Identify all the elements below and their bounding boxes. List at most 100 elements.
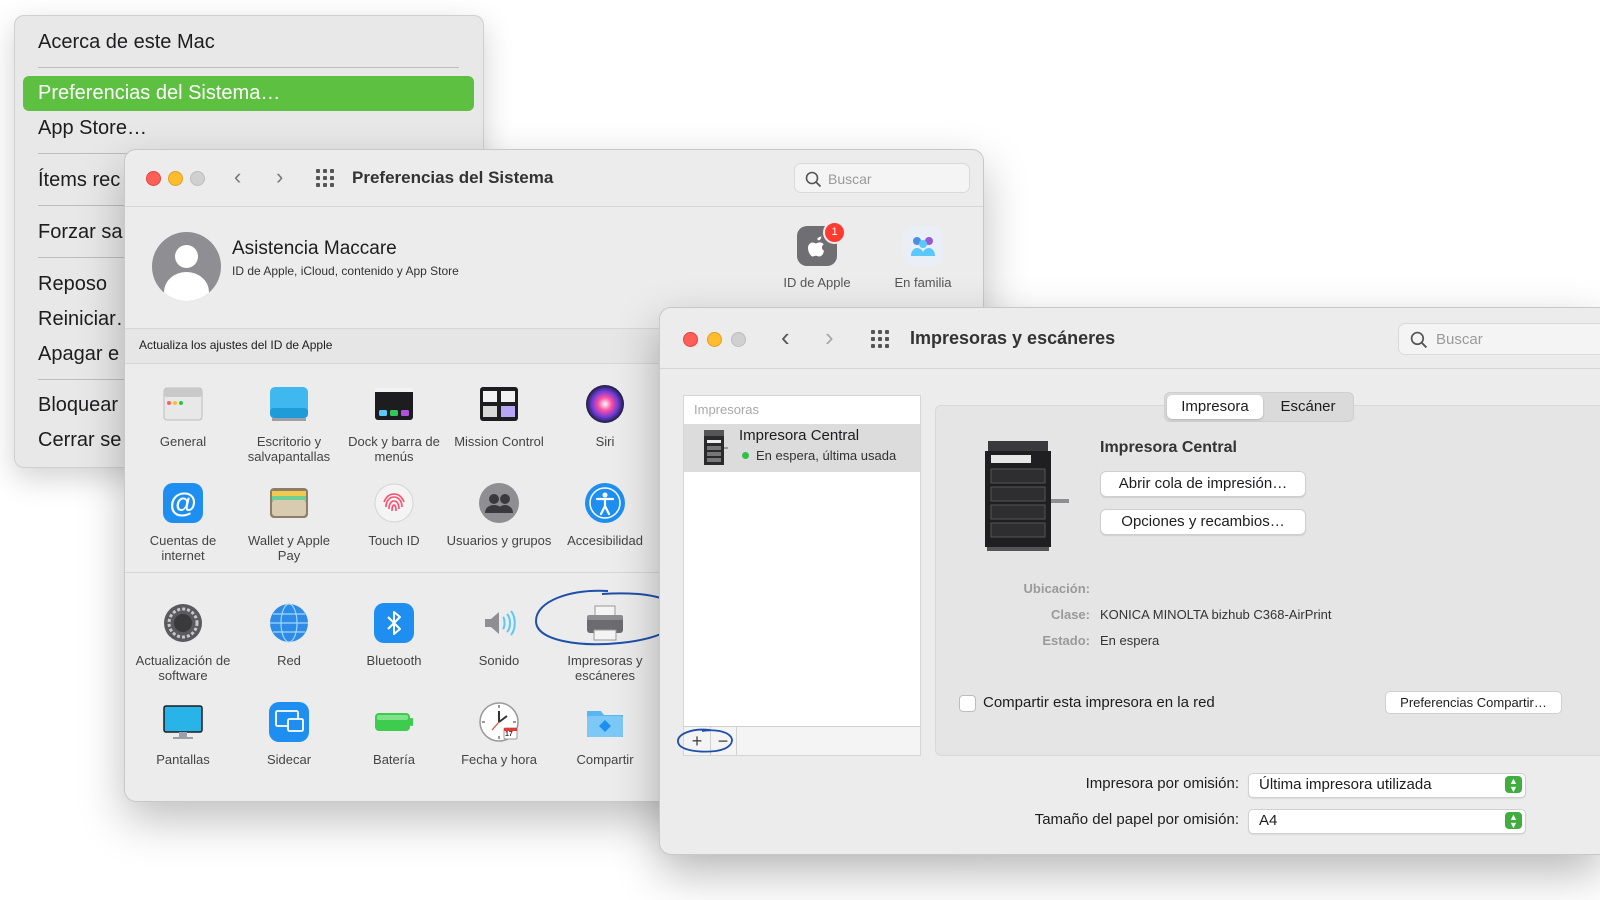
- tab-printer[interactable]: Impresora: [1167, 395, 1263, 419]
- options-supplies-button[interactable]: Opciones y recambios…: [1100, 509, 1306, 535]
- copier-image: [985, 441, 1069, 551]
- open-print-queue-button[interactable]: Abrir cola de impresión…: [1100, 471, 1306, 497]
- pref-label: Dock y barra de menús: [348, 434, 440, 464]
- update-banner-text: Actualiza los ajustes del ID de Apple: [139, 338, 333, 352]
- tab-scanner[interactable]: Escáner: [1267, 395, 1349, 419]
- pref-label: Batería: [373, 752, 415, 767]
- menu-item-app-store[interactable]: App Store…: [38, 117, 147, 140]
- show-all-grid-icon[interactable]: [316, 169, 336, 189]
- close-window-button[interactable]: [146, 171, 161, 186]
- status-dot: [742, 452, 749, 459]
- back-arrow-icon[interactable]: ‹: [234, 166, 241, 188]
- pref-desktop-screensaver[interactable]: Escritorio y salvapantallas: [236, 384, 342, 464]
- forward-arrow-icon[interactable]: ›: [825, 324, 834, 350]
- avatar[interactable]: [152, 232, 221, 301]
- menu-item-log-out[interactable]: Cerrar se: [38, 429, 121, 452]
- touch-id-icon: [374, 483, 414, 523]
- default-printer-label: Impresora por omisión:: [1085, 775, 1239, 792]
- printer-name: Impresora Central: [739, 427, 860, 444]
- pref-sound[interactable]: Sonido: [446, 603, 552, 668]
- minimize-window-button[interactable]: [168, 171, 183, 186]
- zoom-window-button[interactable]: [731, 332, 746, 347]
- default-printer-select[interactable]: Última impresora utilizada ▲ ▼: [1248, 773, 1526, 798]
- printers-scanners-window: ‹ › Impresoras y escáneres Buscar Impres…: [659, 307, 1600, 855]
- pref-siri[interactable]: Siri: [552, 384, 658, 449]
- pref-printers-scanners[interactable]: Impresoras y escáneres: [552, 603, 658, 683]
- search-input[interactable]: Buscar: [794, 163, 970, 193]
- printer-list-item[interactable]: Impresora Central En espera, última usad…: [684, 424, 920, 472]
- pref-label: Sidecar: [266, 752, 312, 767]
- minimize-window-button[interactable]: [707, 332, 722, 347]
- sharing-preferences-button[interactable]: Preferencias Compartir…: [1385, 691, 1562, 714]
- back-arrow-icon[interactable]: ‹: [781, 324, 790, 350]
- family-label[interactable]: En familia: [873, 275, 973, 290]
- pref-label: Red: [277, 653, 301, 668]
- pref-general[interactable]: General: [130, 384, 236, 449]
- pref-displays[interactable]: Pantallas: [130, 702, 236, 767]
- apple-id-icon[interactable]: 1: [797, 221, 846, 266]
- default-printer-value: Última impresora utilizada: [1259, 776, 1432, 793]
- add-printer-button[interactable]: +: [684, 727, 711, 755]
- printer-scanner-tabs: Impresora Escáner: [1164, 392, 1354, 422]
- bluetooth-icon: [374, 603, 414, 643]
- pref-internet-accounts[interactable]: @ Cuentas de internet: [130, 483, 236, 563]
- default-paper-select[interactable]: A4 ▲ ▼: [1248, 809, 1526, 834]
- menu-item-lock-screen[interactable]: Bloquear: [38, 394, 118, 417]
- pref-accessibility[interactable]: Accesibilidad: [552, 483, 658, 548]
- pref-battery[interactable]: Batería: [341, 702, 447, 767]
- displays-icon: [163, 702, 203, 742]
- users-icon: [479, 483, 519, 523]
- menu-item-system-preferences[interactable]: Preferencias del Sistema…: [23, 76, 474, 111]
- pref-label: Touch ID: [368, 533, 420, 548]
- pref-label: Pantallas: [156, 752, 210, 767]
- menu-item-force-quit[interactable]: Forzar sa: [38, 221, 122, 244]
- pref-sharing[interactable]: Compartir: [552, 702, 658, 767]
- menu-item-sleep[interactable]: Reposo: [38, 273, 107, 296]
- pref-wallet[interactable]: Wallet y Apple Pay: [236, 483, 342, 563]
- pref-label: Cuentas de internet: [149, 533, 217, 563]
- accessibility-icon: [585, 483, 625, 523]
- remove-printer-button[interactable]: −: [710, 727, 737, 755]
- pref-label: Accesibilidad: [567, 533, 643, 548]
- copier-icon: [704, 430, 728, 465]
- user-subtitle: ID de Apple, iCloud, contenido y App Sto…: [232, 264, 459, 278]
- wallet-icon: [269, 483, 309, 523]
- pref-dock-menubar[interactable]: Dock y barra de menús: [341, 384, 447, 464]
- pref-touch-id[interactable]: Touch ID: [341, 483, 447, 548]
- state-value: En espera: [1100, 633, 1160, 648]
- pref-network[interactable]: Red: [236, 603, 342, 668]
- menu-item-recent-items[interactable]: Ítems rec: [38, 169, 120, 192]
- menu-item-shut-down[interactable]: Apagar e: [38, 343, 119, 366]
- search-icon: [805, 171, 822, 188]
- pref-mission-control[interactable]: Mission Control: [446, 384, 552, 449]
- pref-label: Usuarios y grupos: [446, 533, 552, 548]
- menu-item-restart[interactable]: Reiniciar…: [38, 308, 136, 331]
- menu-item-about-mac[interactable]: Acerca de este Mac: [38, 31, 215, 54]
- pref-software-update[interactable]: Actualización de software: [130, 603, 236, 683]
- sidecar-icon: [269, 702, 309, 742]
- clock-icon: 17: [479, 702, 519, 742]
- pref-label: Compartir: [576, 752, 634, 767]
- window-title: Preferencias del Sistema: [352, 168, 554, 187]
- pref-users-groups[interactable]: Usuarios y grupos: [446, 483, 552, 548]
- dock-icon: [374, 384, 414, 424]
- pref-label: Wallet y Apple Pay: [248, 533, 330, 563]
- pref-label: Mission Control: [454, 434, 544, 449]
- pref-label: Fecha y hora: [461, 752, 537, 767]
- apple-id-label[interactable]: ID de Apple: [767, 275, 867, 290]
- pref-label: Actualización de software: [135, 653, 231, 683]
- printer-list: Impresoras Impresora Central En espera, …: [683, 395, 921, 756]
- pref-label: Impresoras y escáneres: [567, 653, 643, 683]
- forward-arrow-icon[interactable]: ›: [276, 166, 283, 188]
- pref-bluetooth[interactable]: Bluetooth: [341, 603, 447, 668]
- close-window-button[interactable]: [683, 332, 698, 347]
- search-input[interactable]: Buscar: [1398, 323, 1600, 355]
- share-printer-checkbox[interactable]: [959, 695, 976, 712]
- pref-sidecar[interactable]: Sidecar: [236, 702, 342, 767]
- zoom-window-button[interactable]: [190, 171, 205, 186]
- search-placeholder: Buscar: [1436, 331, 1483, 348]
- family-sharing-icon[interactable]: [903, 226, 943, 266]
- default-paper-label: Tamaño del papel por omisión:: [1034, 811, 1239, 828]
- pref-date-time[interactable]: 17 Fecha y hora: [446, 702, 552, 767]
- show-all-grid-icon[interactable]: [871, 330, 891, 350]
